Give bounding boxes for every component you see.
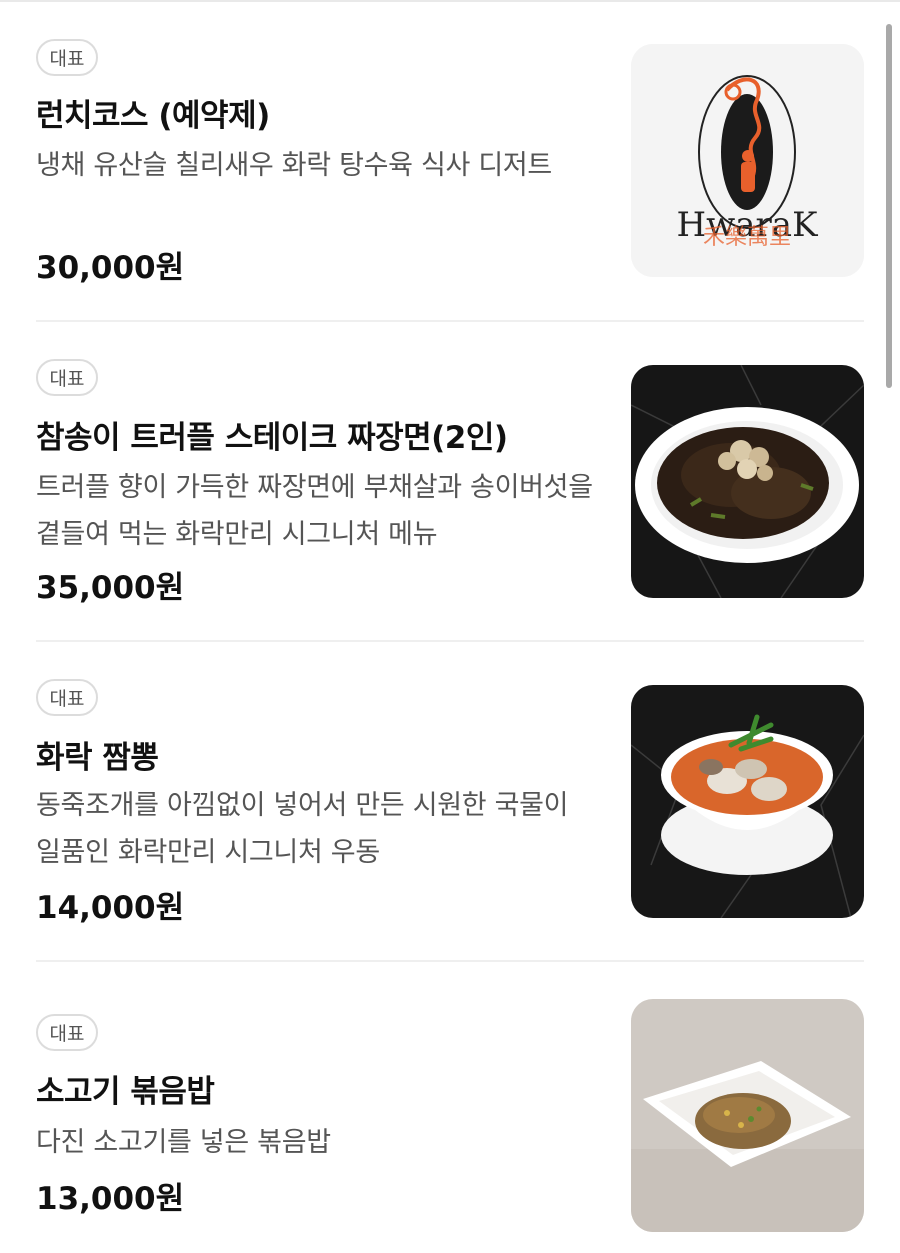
menu-item[interactable]: 대표 런치코스 (예약제) 냉채 유산슬 칠리새우 화락 탕수육 식사 디저트 … xyxy=(36,38,864,286)
signature-badge: 대표 xyxy=(36,39,98,76)
fried-rice-image[interactable] xyxy=(631,999,864,1232)
menu-item-price: 14,000원 xyxy=(36,890,185,926)
divider xyxy=(36,320,864,322)
signature-badge: 대표 xyxy=(36,1014,98,1051)
menu-item-description: 다진 소고기를 넣은 볶음밥 xyxy=(36,1127,331,1158)
fried-rice-photo xyxy=(631,999,864,1232)
menu-item[interactable]: 대표 소고기 볶음밥 다진 소고기를 넣은 볶음밥 13,000원 xyxy=(36,999,864,1233)
menu-item[interactable]: 대표 화락 짬뽕 동죽조개를 아낌없이 넣어서 만든 시원한 국물이 일품인 화… xyxy=(36,678,864,926)
menu-item-name: 화락 짬뽕 xyxy=(36,740,159,776)
divider xyxy=(36,960,864,962)
menu-item-name: 참송이 트러플 스테이크 짜장면(2인) xyxy=(36,420,508,456)
svg-text:禾樂萬里: 禾樂萬里 xyxy=(703,225,791,250)
jjajangmyeon-image[interactable] xyxy=(631,365,864,598)
menu-item-description: 냉채 유산슬 칠리새우 화락 탕수육 식사 디저트 xyxy=(36,150,552,181)
restaurant-logo: HwaraK 禾樂萬里 xyxy=(631,44,864,277)
restaurant-logo-image[interactable]: HwaraK 禾樂萬里 xyxy=(631,44,864,277)
menu-item-price: 30,000원 xyxy=(36,250,185,286)
top-border xyxy=(0,0,900,2)
jjajangmyeon-photo xyxy=(631,365,864,598)
menu-item-price: 13,000원 xyxy=(36,1181,185,1217)
menu-item-price: 35,000원 xyxy=(36,570,185,606)
menu-item-description: 트러플 향이 가득한 짜장면에 부채살과 송이버섯을 곁들여 먹는 화락만리 시… xyxy=(36,472,593,550)
divider xyxy=(36,640,864,642)
menu-item-description: 동죽조개를 아낌없이 넣어서 만든 시원한 국물이 일품인 화락만리 시그니처 … xyxy=(36,790,569,868)
signature-badge: 대표 xyxy=(36,359,98,396)
menu-item[interactable]: 대표 참송이 트러플 스테이크 짜장면(2인) 트러플 향이 가득한 짜장면에 … xyxy=(36,358,864,606)
jjamppong-photo xyxy=(631,685,864,918)
menu-item-name: 소고기 볶음밥 xyxy=(36,1074,215,1110)
scrollbar[interactable] xyxy=(886,24,892,388)
signature-badge: 대표 xyxy=(36,679,98,716)
jjamppong-image[interactable] xyxy=(631,685,864,918)
menu-item-name: 런치코스 (예약제) xyxy=(36,98,270,134)
